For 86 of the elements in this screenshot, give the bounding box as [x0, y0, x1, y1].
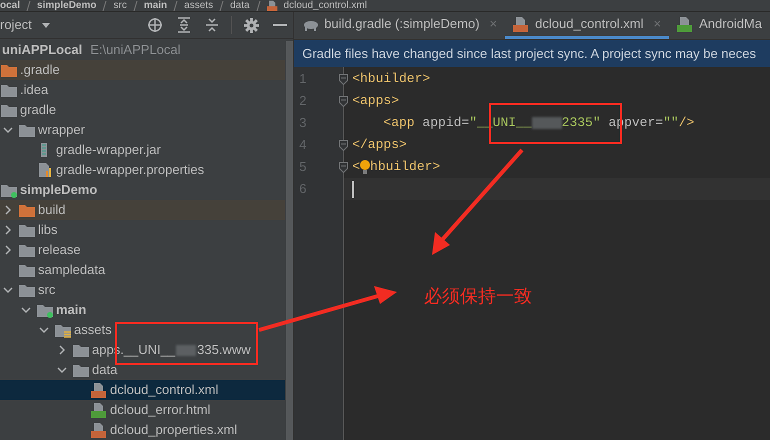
- module-folder-icon: [1, 182, 17, 198]
- folder-icon: [19, 202, 35, 218]
- code-token: <apps>: [352, 92, 400, 110]
- tree-item[interactable]: gradle: [0, 100, 286, 120]
- separator-icon: [219, 0, 224, 10]
- code-token: <hbuilder>: [352, 70, 430, 88]
- code-token: hbuilder>: [370, 158, 440, 176]
- xml-file-icon: [266, 0, 278, 11]
- tree-item[interactable]: build: [0, 200, 286, 220]
- text-cursor: [352, 180, 354, 198]
- resources-folder-icon: [55, 322, 71, 338]
- tree-item[interactable]: .gradle: [0, 60, 286, 80]
- blurred-text: [176, 344, 196, 356]
- code-token: "": [663, 114, 679, 132]
- folder-icon: [73, 362, 89, 378]
- tree-item[interactable]: data: [0, 360, 286, 380]
- tree-item[interactable]: sampledata: [0, 260, 286, 280]
- dropdown-caret-icon[interactable]: [42, 22, 50, 28]
- separator-icon: [173, 0, 178, 10]
- xml-file-icon: [91, 422, 107, 438]
- tree-item[interactable]: libs: [0, 220, 286, 240]
- panel-title[interactable]: roject: [0, 15, 32, 35]
- folder-icon: [1, 82, 17, 98]
- lightbulb-icon[interactable]: [360, 159, 370, 175]
- annotation-text: 必须保持一致: [424, 285, 532, 309]
- separator-icon: [102, 0, 108, 10]
- tree-item[interactable]: simpleDemo: [0, 180, 286, 200]
- code-token: appid=: [422, 114, 470, 132]
- separator-icon: [256, 0, 261, 10]
- folder-icon: [19, 122, 35, 138]
- breadcrumb-item[interactable]: dcloud_control.xml: [284, 0, 367, 11]
- chevron-down-icon[interactable]: [3, 125, 13, 135]
- tree-item[interactable]: .idea: [0, 80, 286, 100]
- settings-icon[interactable]: [244, 18, 260, 32]
- breadcrumb-item[interactable]: simpleDemo: [37, 0, 96, 11]
- tree-item[interactable]: main: [0, 300, 286, 320]
- folder-icon: [19, 222, 35, 238]
- collapse-all-icon[interactable]: [205, 17, 220, 33]
- folder-icon: [1, 62, 17, 78]
- breadcrumb-item[interactable]: ocal: [0, 0, 20, 11]
- folder-icon: [19, 242, 35, 258]
- breadcrumb-item[interactable]: data: [230, 0, 250, 11]
- notification-banner: Gradle files have changed since last project sync. A project sync may be neces: [294, 40, 770, 67]
- tree-item[interactable]: src: [0, 280, 286, 300]
- code-token: <: [352, 158, 360, 176]
- fold-marker-icon[interactable]: [339, 74, 348, 84]
- html-file-icon: [91, 402, 107, 418]
- breadcrumb-item[interactable]: assets: [184, 0, 214, 11]
- chevron-right-icon[interactable]: [57, 345, 67, 355]
- tree-item[interactable]: release: [0, 240, 286, 260]
- fold-marker-icon[interactable]: [339, 162, 348, 172]
- separator-icon: [26, 0, 32, 10]
- tree-item[interactable]: uniAPPLocal E:\uniAPPLocal: [0, 40, 286, 60]
- blurred-text: [532, 117, 562, 129]
- fold-marker-icon[interactable]: [339, 96, 348, 106]
- tree-item[interactable]: gradle-wrapper.properties: [0, 160, 286, 180]
- locate-icon[interactable]: [147, 17, 164, 33]
- expand-all-icon[interactable]: [177, 17, 192, 33]
- folder-icon: [19, 282, 35, 298]
- separator-icon: [132, 0, 138, 10]
- editor-tab[interactable]: build.gradle (:simpleDemo) ×: [294, 12, 506, 39]
- folder-icon: [19, 262, 35, 278]
- folder-icon: [73, 342, 89, 358]
- tree-item[interactable]: gradle-wrapper.jar: [0, 140, 286, 160]
- breadcrumb-item[interactable]: src: [113, 0, 127, 11]
- tree-item[interactable]: dcloud_error.html: [0, 400, 286, 420]
- manifest-file-icon: [677, 16, 694, 32]
- scrollbar[interactable]: [286, 41, 294, 440]
- breadcrumb-item[interactable]: main: [144, 0, 168, 11]
- minimize-icon[interactable]: [273, 24, 288, 26]
- code-token: </apps>: [352, 136, 407, 154]
- xml-file-icon: [91, 382, 107, 398]
- editor-tab[interactable]: AndroidMa: [669, 12, 770, 39]
- code-token: 2335": [562, 114, 601, 132]
- properties-file-icon: [37, 162, 53, 178]
- folder-icon: [1, 102, 17, 118]
- code-token: <app: [382, 114, 416, 132]
- tree-item[interactable]: dcloud_control.xml: [0, 380, 286, 400]
- xml-file-icon: [513, 16, 530, 32]
- code-token: />: [678, 114, 694, 132]
- source-folder-icon: [37, 302, 53, 318]
- tree-item[interactable]: assets: [0, 320, 286, 340]
- tree-item[interactable]: wrapper: [0, 120, 286, 140]
- fold-marker-icon[interactable]: [339, 140, 348, 150]
- chevron-down-icon[interactable]: [57, 365, 67, 375]
- tree-item[interactable]: dcloud_properties.xml: [0, 420, 286, 440]
